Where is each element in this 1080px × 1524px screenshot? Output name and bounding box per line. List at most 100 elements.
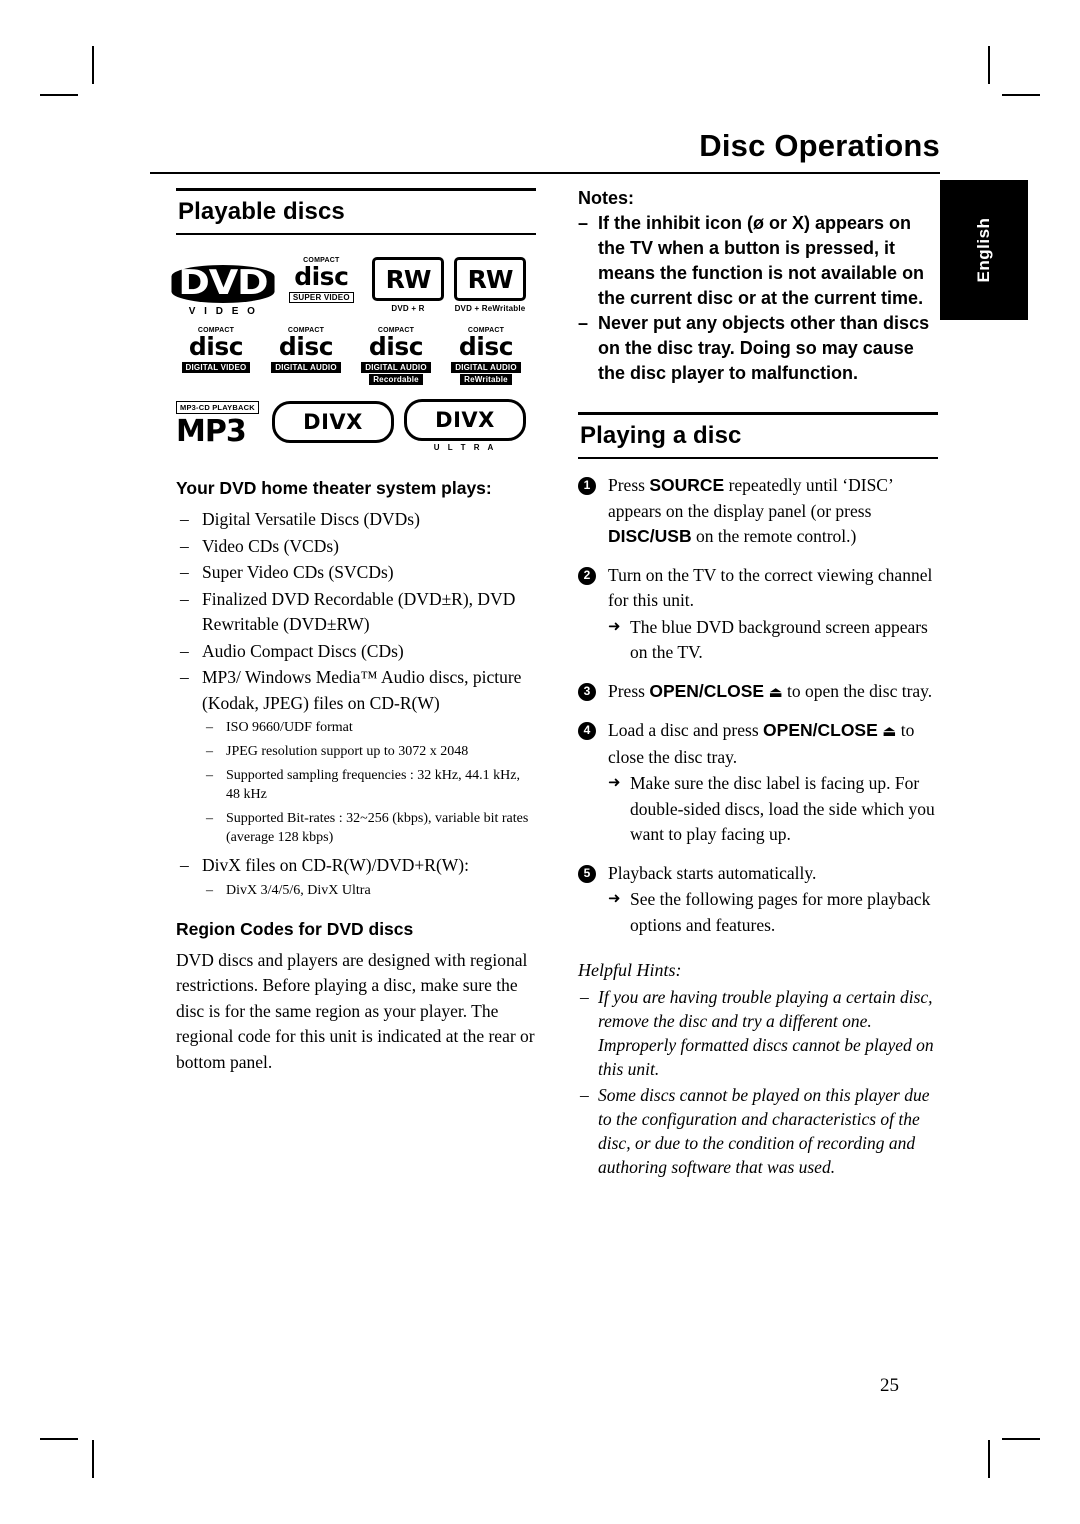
list-item: JPEG resolution support up to 3072 x 204…: [202, 742, 536, 761]
crop-mark-right-top: [1002, 94, 1040, 96]
divx-word: DIVX: [272, 401, 394, 443]
notes-list: If the inhibit icon (ø or X) appears on …: [578, 211, 938, 386]
divx-sub-list: DivX 3/4/5/6, DivX Ultra: [202, 881, 536, 900]
steps-body: 1 Press SOURCE repeatedly until ‘DISC’ a…: [578, 473, 938, 938]
header-divider: [150, 172, 940, 174]
playing-a-disc-heading: Playing a disc: [578, 412, 938, 459]
list-item: Digital Versatile Discs (DVDs): [176, 507, 536, 533]
plays-heading: Your DVD home theater system plays:: [176, 478, 492, 498]
disc-audio-label: DIGITAL AUDIO: [451, 362, 521, 373]
step-4: 4 Load a disc and press OPEN/CLOSE ⏏ to …: [578, 718, 938, 848]
disc-format-label: ReWritable: [460, 374, 512, 385]
step-text: Press SOURCE repeatedly until ‘DISC’ app…: [608, 475, 893, 546]
page-title: Disc Operations: [699, 128, 940, 163]
step-note: See the following pages for more playbac…: [608, 886, 938, 938]
mp3-word: MP3: [176, 414, 247, 449]
region-codes-body: DVD discs and players are designed with …: [176, 948, 536, 1076]
note-item: Never put any objects other than discs o…: [578, 311, 938, 386]
crop-mark-left-top: [40, 94, 78, 96]
rule: [176, 233, 536, 235]
step-text: Turn on the TV to the correct viewing ch…: [608, 564, 933, 611]
dvd-plus-r-logo: RW DVD + R: [372, 257, 444, 317]
step-number: 3: [578, 682, 596, 701]
logo-row-3: MP3-CD PLAYBACK MP3 DIVX DIVX U L T R A: [176, 397, 536, 453]
rw-word: RW: [454, 257, 526, 301]
dvd-logo-word: DVD: [171, 265, 275, 303]
hint-item: Some discs cannot be played on this play…: [578, 1083, 938, 1179]
rw-word: RW: [372, 257, 444, 301]
region-codes-text: DVD discs and players are designed with …: [176, 949, 535, 1072]
mp3-item-text: MP3/ Windows Media™ Audio discs, picture…: [202, 667, 522, 713]
crop-mark-bottom-right: [988, 1440, 990, 1478]
step-note: The blue DVD background screen appears o…: [608, 614, 938, 666]
hint-item: If you are having trouble playing a cert…: [578, 985, 938, 1081]
step-text: Playback starts automatically.: [608, 862, 817, 883]
divx-item-text: DivX files on CD-R(W)/DVD+R(W):: [202, 855, 469, 875]
step-3: 3 Press OPEN/CLOSE ⏏ to open the disc tr…: [578, 679, 938, 706]
disc-format-label: DIGITAL AUDIO: [271, 362, 341, 373]
divx-ultra-caption: U L T R A: [433, 442, 497, 452]
mp3-sub-list: ISO 9660/UDF format JPEG resolution supp…: [202, 718, 536, 847]
list-item: Supported sampling frequencies : 32 kHz,…: [202, 766, 536, 804]
step-text: Load a disc and press OPEN/CLOSE ⏏ to cl…: [608, 720, 915, 767]
page-number: 25: [880, 1375, 899, 1396]
dvd-plus-rewritable-logo: RW DVD + ReWritable: [454, 257, 526, 317]
region-codes-heading: Region Codes for DVD discs: [176, 918, 414, 939]
disc-word: disc: [458, 332, 514, 361]
playable-discs-title: Playable discs: [178, 198, 345, 225]
disc-format-label: SUPER VIDEO: [288, 292, 354, 303]
crop-mark-bottom-left: [92, 1440, 94, 1478]
notes-label: Notes:: [578, 188, 635, 208]
helpful-hints-list: If you are having trouble playing a cert…: [578, 985, 938, 1179]
disc-word: disc: [294, 262, 349, 291]
language-tab-label: English: [974, 217, 993, 283]
logo-row-2: COMPACT disc DIGITAL VIDEO COMPACT disc …: [176, 327, 536, 387]
list-item: ISO 9660/UDF format: [202, 718, 536, 737]
helpful-hints-label: Helpful Hints:: [578, 960, 682, 980]
step-5: 5 Playback starts automatically. See the…: [578, 861, 938, 939]
crop-mark-top-right: [988, 46, 990, 84]
dvd-video-logo: DVD V I D E O: [171, 261, 275, 317]
divx-ultra-logo: DIVX U L T R A: [404, 398, 526, 452]
playing-a-disc-title: Playing a disc: [580, 422, 742, 449]
disc-format-logos: DVD V I D E O COMPACT disc SUPER VIDEO R…: [171, 257, 536, 453]
crop-mark-top-left: [92, 46, 94, 84]
compact-disc-digital-audio-logo: COMPACT disc DIGITAL AUDIO: [266, 327, 346, 387]
step-number: 2: [578, 566, 596, 585]
rw-caption: DVD + ReWritable: [454, 304, 526, 313]
disc-audio-label: DIGITAL AUDIO: [361, 362, 431, 373]
document-page: Disc Operations Playable discs DVD V I D…: [150, 110, 940, 1420]
list-item-divx: DivX files on CD-R(W)/DVD+R(W): DivX 3/4…: [176, 853, 536, 900]
playing-steps: 1 Press SOURCE repeatedly until ‘DISC’ a…: [578, 473, 938, 938]
playable-discs-heading: Playable discs: [176, 188, 536, 235]
eject-icon: ⏏: [882, 722, 897, 740]
crop-mark-left-bottom: [40, 1438, 78, 1440]
disc-word: disc: [188, 332, 244, 361]
list-item: Finalized DVD Recordable (DVD±R), DVD Re…: [176, 587, 536, 638]
disc-format-label: Recordable: [369, 374, 423, 385]
logo-row-1: DVD V I D E O COMPACT disc SUPER VIDEO R…: [171, 257, 536, 317]
compact-disc-digital-video-logo: COMPACT disc DIGITAL VIDEO: [176, 327, 256, 387]
step-number: 5: [578, 864, 596, 883]
crop-mark-right-bottom: [1002, 1438, 1040, 1440]
list-item: Audio Compact Discs (CDs): [176, 639, 536, 665]
step-number: 4: [578, 722, 596, 740]
list-item: DivX 3/4/5/6, DivX Ultra: [202, 881, 536, 900]
note-item: If the inhibit icon (ø or X) appears on …: [578, 211, 938, 311]
disc-format-label: DIGITAL VIDEO: [181, 362, 251, 373]
dvd-logo-sub: V I D E O: [188, 306, 258, 317]
language-tab: English: [940, 180, 1028, 320]
plays-list: Digital Versatile Discs (DVDs) Video CDs…: [176, 507, 536, 900]
rule: [578, 457, 938, 459]
mp3-caption: MP3-CD PLAYBACK: [176, 401, 259, 414]
eject-icon: ⏏: [768, 682, 783, 701]
step-text: Press OPEN/CLOSE ⏏ to open the disc tray…: [608, 680, 933, 701]
list-item: Video CDs (VCDs): [176, 534, 536, 560]
compact-disc-super-video-logo: COMPACT disc SUPER VIDEO: [281, 257, 362, 317]
compact-disc-recordable-logo: COMPACT disc DIGITAL AUDIO Recordable: [356, 327, 436, 387]
list-item: Super Video CDs (SVCDs): [176, 560, 536, 586]
list-item-mp3: MP3/ Windows Media™ Audio discs, picture…: [176, 665, 536, 847]
rw-caption: DVD + R: [391, 304, 425, 313]
compact-disc-rewritable-logo: COMPACT disc DIGITAL AUDIO ReWritable: [446, 327, 526, 387]
step-1: 1 Press SOURCE repeatedly until ‘DISC’ a…: [578, 473, 938, 550]
